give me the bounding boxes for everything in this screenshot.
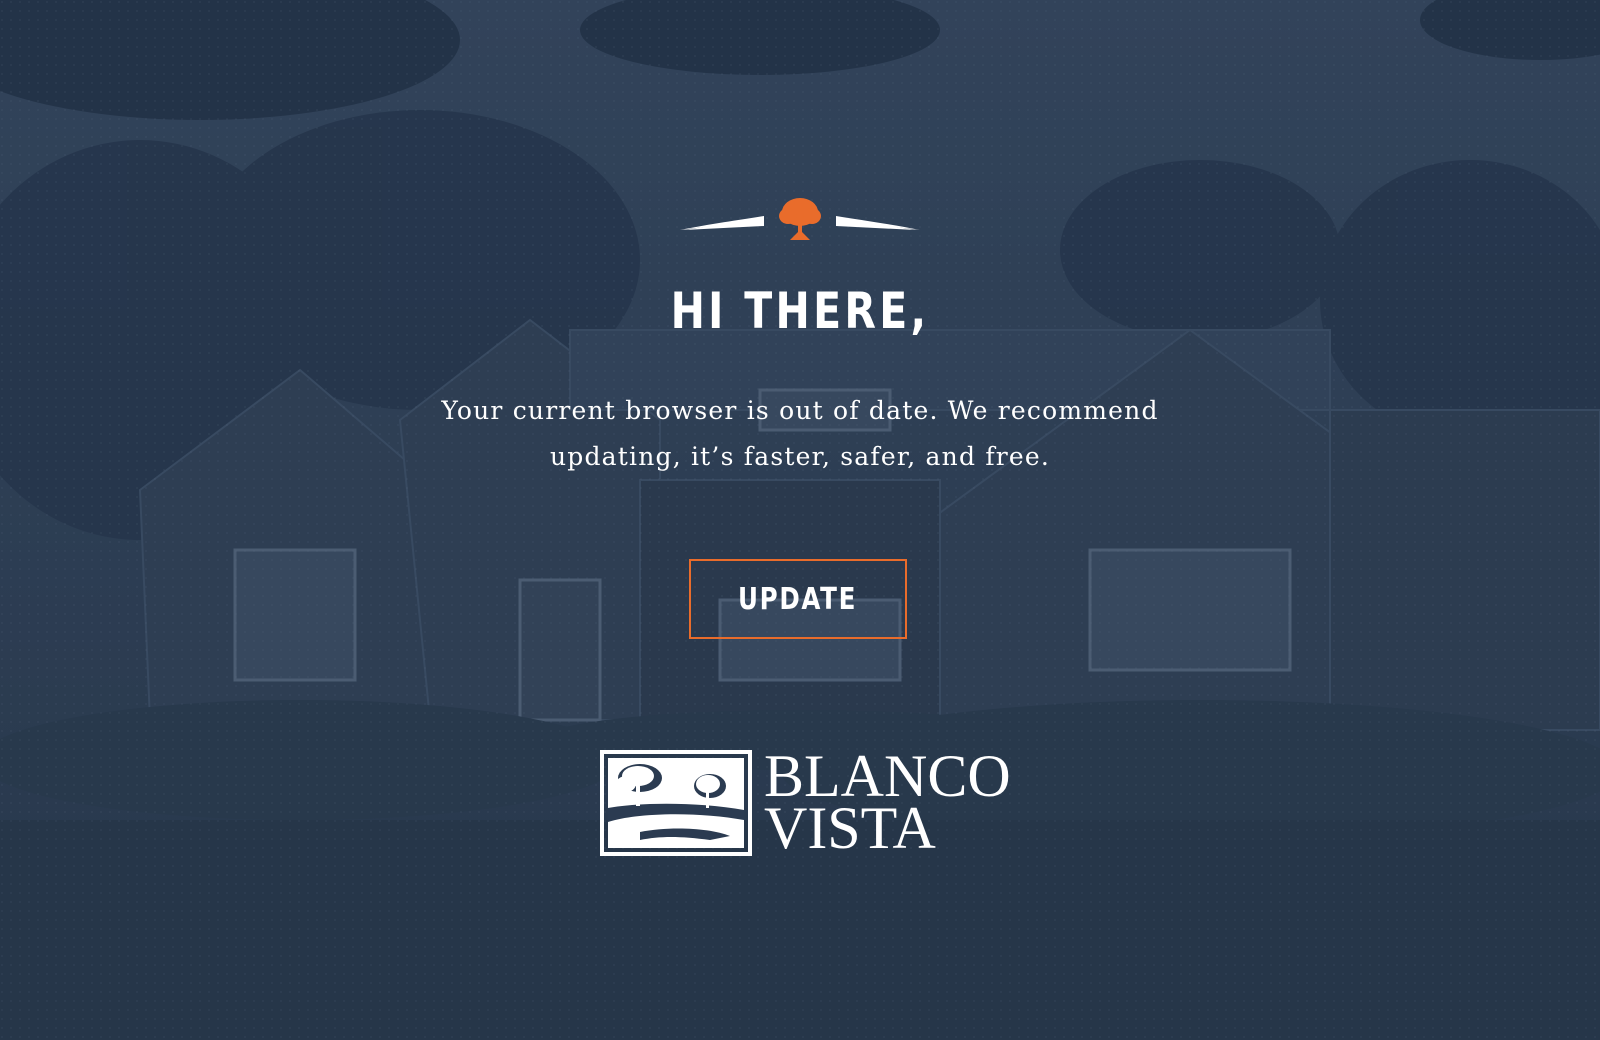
blanco-vista-logo: BLANCO VISTA <box>600 746 1020 861</box>
brand-name: BLANCO VISTA <box>764 746 1020 861</box>
trees-landscape-icon <box>600 750 752 856</box>
update-button[interactable]: UPDATE <box>689 559 907 639</box>
update-button-label: UPDATE <box>738 581 858 617</box>
brand-name-line-2: VISTA <box>764 795 936 861</box>
orange-tree-icon <box>680 198 920 240</box>
outdated-browser-message: Your current browser is out of date. We … <box>441 396 1159 471</box>
page-title: HI THERE, <box>670 282 930 340</box>
browser-update-panel: HI THERE, Your current browser is out of… <box>0 0 1600 1040</box>
